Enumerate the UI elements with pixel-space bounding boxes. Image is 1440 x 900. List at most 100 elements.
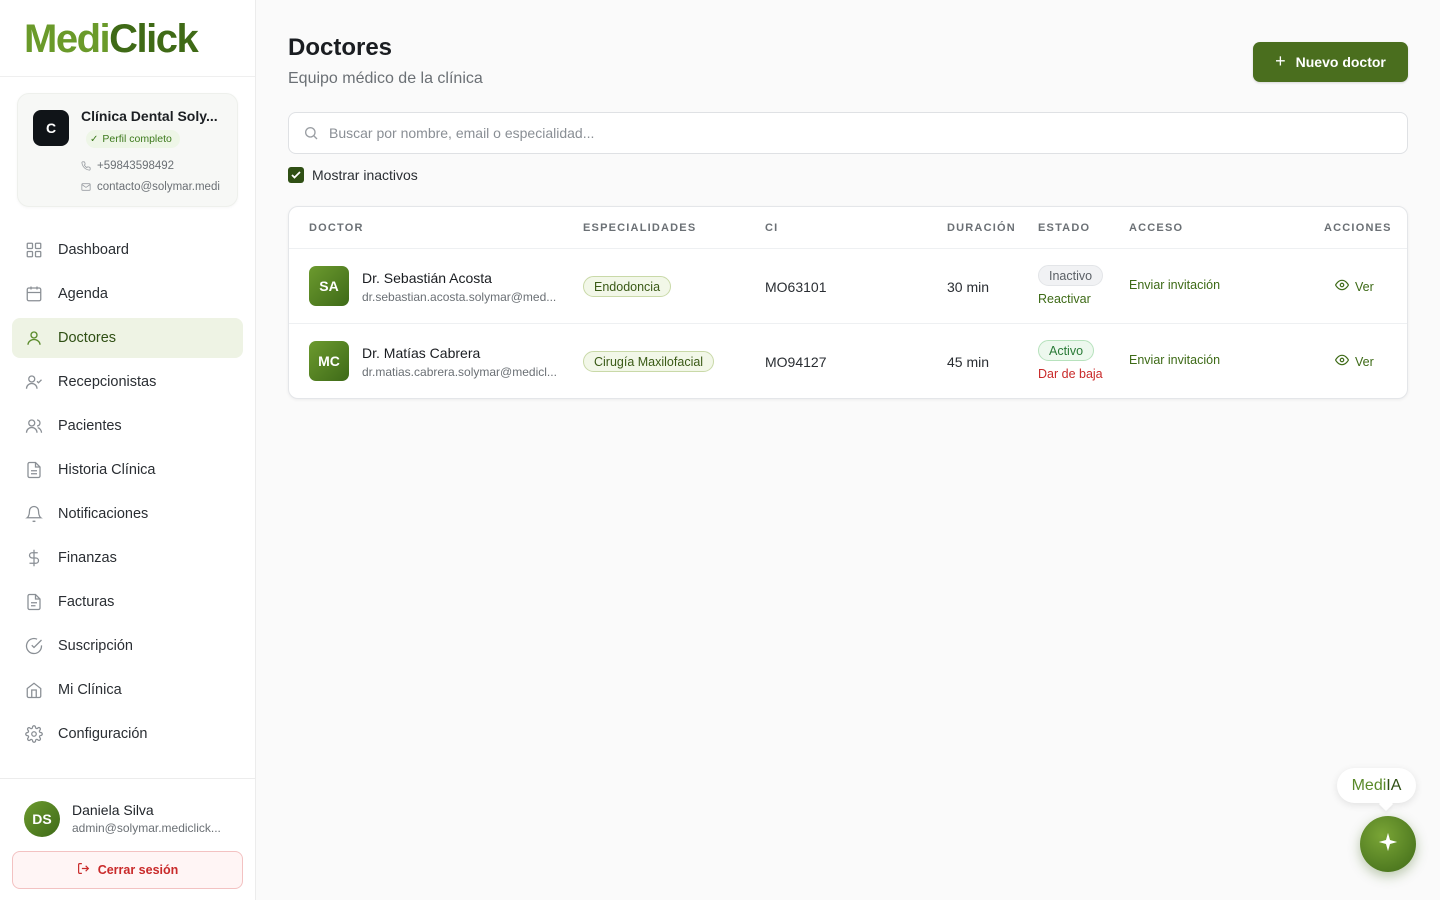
sidebar-item-recepcionistas[interactable]: Recepcionistas: [12, 362, 243, 402]
sidebar-item-label: Suscripción: [58, 638, 133, 654]
assistant-label[interactable]: Medi IA: [1337, 768, 1416, 803]
reactivate-link[interactable]: Reactivar: [1038, 292, 1091, 306]
sidebar-item-doctores[interactable]: Doctores: [12, 318, 243, 358]
user-check-icon: [24, 372, 44, 392]
table-row: SA Dr. Sebastián Acosta dr.sebastian.aco…: [289, 249, 1407, 324]
header-duration[interactable]: DURACIÓN: [947, 222, 1016, 234]
doctor-email: dr.matias.cabrera.solymar@medicl...: [362, 365, 557, 379]
header-specialties[interactable]: ESPECIALIDADES: [583, 222, 696, 234]
sidebar-item-historia-clinica[interactable]: Historia Clínica: [12, 450, 243, 490]
show-inactive-checkbox[interactable]: [288, 167, 304, 183]
page-subtitle: Equipo médico de la clínica: [288, 70, 483, 87]
gear-icon: [24, 724, 44, 744]
sidebar-item-label: Agenda: [58, 286, 108, 302]
sidebar-item-suscripcion[interactable]: Suscripción: [12, 626, 243, 666]
sparkle-icon: [1377, 831, 1399, 858]
sidebar: MediClick C Clínica Dental Soly... ✓ Per…: [0, 0, 256, 900]
sidebar-item-agenda[interactable]: Agenda: [12, 274, 243, 314]
sidebar-item-finanzas[interactable]: Finanzas: [12, 538, 243, 578]
phone-icon: [81, 161, 91, 171]
doctor-avatar: MC: [309, 341, 349, 381]
sidebar-item-label: Facturas: [58, 594, 115, 610]
view-button[interactable]: Ver: [1334, 353, 1374, 370]
sidebar-item-label: Historia Clínica: [58, 462, 156, 478]
clinic-email: contacto@solymar.medi: [81, 181, 231, 193]
logo[interactable]: MediClick: [0, 0, 255, 77]
profile-complete-label: Perfil completo: [102, 133, 172, 145]
show-inactive-label: Mostrar inactivos: [312, 167, 418, 183]
sidebar-item-dashboard[interactable]: Dashboard: [12, 230, 243, 270]
mail-icon: [81, 182, 91, 192]
eye-icon: [1334, 353, 1350, 370]
view-label: Ver: [1355, 279, 1374, 294]
page-title: Doctores: [288, 34, 393, 61]
assistant-label-part2: IA: [1386, 776, 1402, 794]
check-icon: ✓: [90, 133, 99, 145]
logout-icon: [77, 862, 90, 878]
new-doctor-button[interactable]: + Nuevo doctor: [1253, 42, 1408, 82]
header-access[interactable]: ACCESO: [1129, 222, 1183, 234]
logout-label: Cerrar sesión: [97, 863, 179, 877]
sidebar-item-label: Mi Clínica: [58, 682, 122, 698]
logo-medi: Medi: [24, 17, 111, 61]
check-circle-icon: [24, 636, 44, 656]
user-icon: [24, 328, 44, 348]
table-row: MC Dr. Matías Cabrera dr.matias.cabrera.…: [289, 324, 1407, 398]
search-input[interactable]: [329, 125, 1329, 141]
new-doctor-label: Nuevo doctor: [1295, 54, 1386, 70]
plus-icon: +: [1275, 50, 1286, 71]
doctor-avatar: SA: [309, 266, 349, 306]
search-bar: [288, 112, 1408, 154]
doctor-name: Dr. Matías Cabrera: [362, 345, 481, 361]
file-icon: [24, 460, 44, 480]
clinic-name: Clínica Dental Soly...: [81, 108, 218, 124]
clinic-phone-text: +59843598492: [97, 160, 175, 172]
profile-complete-badge: ✓ Perfil completo: [86, 130, 180, 148]
view-button[interactable]: Ver: [1334, 278, 1374, 295]
logo-click: Click: [109, 17, 199, 61]
clinic-avatar: C: [33, 110, 69, 146]
sidebar-item-label: Doctores: [58, 330, 117, 346]
status-badge: Activo: [1038, 340, 1095, 361]
doctor-name: Dr. Sebastián Acosta: [362, 270, 492, 286]
assistant-button[interactable]: [1360, 816, 1416, 872]
header-doctor[interactable]: DOCTOR: [309, 222, 364, 234]
sidebar-item-pacientes[interactable]: Pacientes: [12, 406, 243, 446]
view-label: Ver: [1355, 354, 1374, 369]
table-header: DOCTOR ESPECIALIDADES CI DURACIÓN ESTADO…: [289, 207, 1407, 249]
specialty-badge: Cirugía Maxilofacial: [583, 351, 715, 372]
header-status[interactable]: ESTADO: [1038, 222, 1090, 234]
user-email: admin@solymar.mediclick...: [72, 821, 221, 835]
sidebar-item-facturas[interactable]: Facturas: [12, 582, 243, 622]
user-section: DS Daniela Silva admin@solymar.mediclick…: [0, 778, 256, 900]
assistant-label-part1: Medi: [1351, 776, 1387, 794]
deactivate-link[interactable]: Dar de baja: [1038, 367, 1103, 381]
invoice-icon: [24, 592, 44, 612]
show-inactive-toggle[interactable]: Mostrar inactivos: [288, 167, 418, 183]
clinic-phone: +59843598492: [81, 160, 231, 172]
users-icon: [24, 416, 44, 436]
sidebar-item-label: Notificaciones: [58, 506, 149, 522]
sidebar-item-notificaciones[interactable]: Notificaciones: [12, 494, 243, 534]
specialty-badge: Endodoncia: [583, 276, 672, 297]
avatar: DS: [24, 801, 60, 837]
dollar-icon: [24, 548, 44, 568]
doctor-duration: 30 min: [947, 279, 990, 295]
logout-button[interactable]: Cerrar sesión: [12, 851, 243, 889]
sidebar-item-label: Finanzas: [58, 550, 117, 566]
eye-icon: [1334, 278, 1350, 295]
sidebar-item-label: Configuración: [58, 726, 148, 742]
sidebar-item-label: Dashboard: [58, 242, 129, 258]
clinic-email-text: contacto@solymar.medi: [97, 181, 220, 193]
dashboard-icon: [24, 240, 44, 260]
sidebar-item-mi-clinica[interactable]: Mi Clínica: [12, 670, 243, 710]
clinic-card[interactable]: C Clínica Dental Soly... ✓ Perfil comple…: [17, 93, 238, 207]
sidebar-item-configuracion[interactable]: Configuración: [12, 714, 243, 754]
header-ci[interactable]: CI: [765, 222, 778, 234]
send-invitation-link[interactable]: Enviar invitación: [1129, 278, 1220, 292]
calendar-icon: [24, 284, 44, 304]
sidebar-nav: Dashboard Agenda Doctores Recepcionistas…: [12, 230, 243, 758]
send-invitation-link[interactable]: Enviar invitación: [1129, 353, 1220, 367]
doctor-ci: MO63101: [765, 279, 827, 295]
bell-icon: [24, 504, 44, 524]
